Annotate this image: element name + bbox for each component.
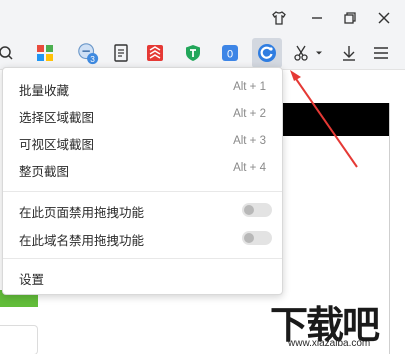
browser-window: 3 0 批量收藏 Alt + 1 选择区域截图 Alt + 2 可视区域截图 A…	[0, 0, 405, 354]
watermark-url: www.xiazaiba.com	[288, 338, 371, 349]
watermark: 下载吧 www.xiazaiba.com	[270, 294, 405, 354]
